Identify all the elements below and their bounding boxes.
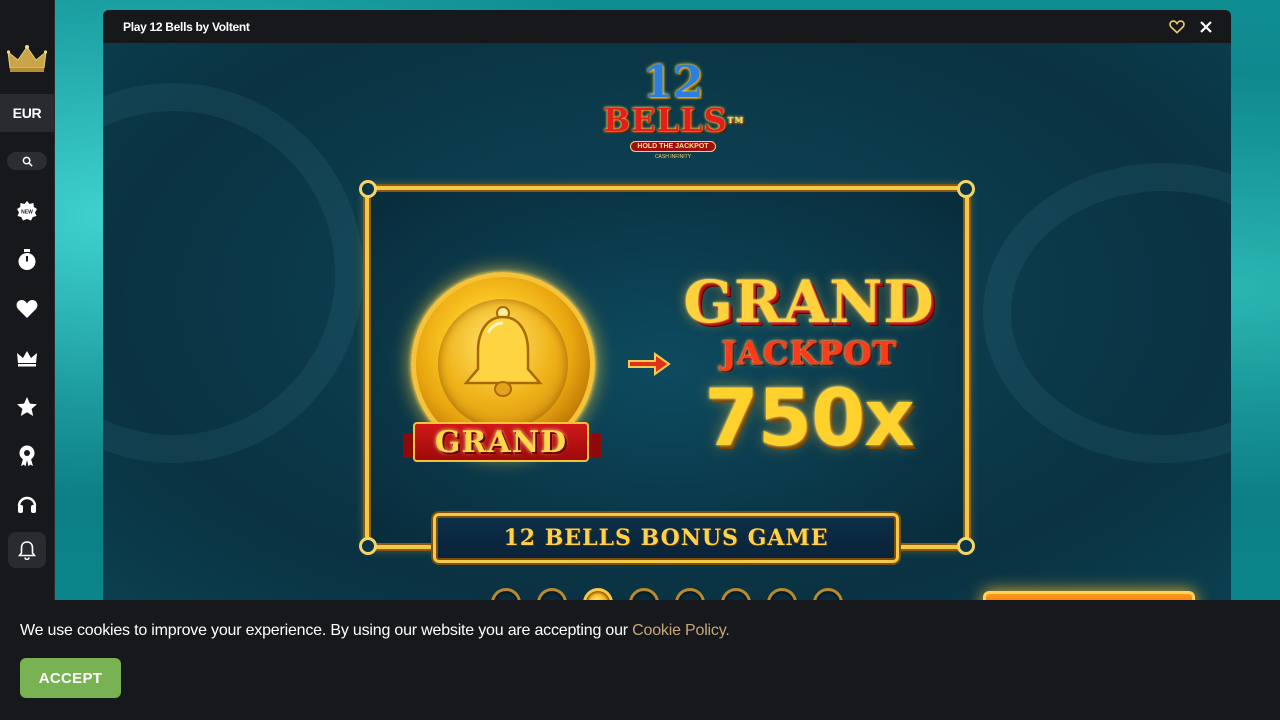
jackpot-label: JACKPOT <box>721 334 897 372</box>
cookie-message-text: We use cookies to improve your experienc… <box>20 622 633 639</box>
bell-icon <box>18 541 36 560</box>
game-canvas[interactable]: 12 BELLSTM HOLD THE JACKPOT CASH INFINIT… <box>103 43 1231 610</box>
sidebar-item-vip[interactable] <box>14 345 40 371</box>
frame-corner-ornament <box>957 180 975 198</box>
sidebar-item-notifications[interactable] <box>8 532 46 568</box>
currency-selector[interactable]: EUR <box>0 94 55 132</box>
info-panel: GRAND GRAND JACKPOT 750x <box>359 180 975 555</box>
new-badge-icon: NEW <box>17 201 37 221</box>
crown-icon <box>17 351 37 367</box>
crown-logo-icon[interactable] <box>6 44 48 74</box>
background-swirl <box>983 163 1231 463</box>
jackpot-multiplier: 750x <box>704 374 914 464</box>
frame-corner-ornament <box>359 180 377 198</box>
cookie-banner: We use cookies to improve your experienc… <box>0 600 1280 720</box>
close-button[interactable] <box>1195 16 1217 38</box>
favourite-button[interactable] <box>1166 16 1188 38</box>
game-header: Play 12 Bells by Voltent <box>103 10 1231 43</box>
accept-cookies-button[interactable]: ACCEPT <box>20 658 121 698</box>
heart-outline-icon <box>1169 19 1185 34</box>
search-button[interactable] <box>7 152 47 170</box>
headset-icon <box>17 496 37 513</box>
trophy-icon <box>19 445 35 467</box>
svg-text:NEW: NEW <box>21 210 33 216</box>
sidebar-item-new-games[interactable]: NEW <box>14 198 40 224</box>
jackpot-title: GRAND <box>683 268 935 336</box>
logo-tagline: HOLD THE JACKPOT <box>630 141 716 152</box>
logo-number: 12 <box>642 57 704 108</box>
cookie-policy-link[interactable]: Cookie Policy. <box>632 622 730 639</box>
cookie-message: We use cookies to improve your experienc… <box>20 622 1260 640</box>
sidebar-item-featured[interactable] <box>14 394 40 420</box>
sidebar-item-favourites[interactable] <box>14 296 40 322</box>
search-icon <box>22 156 33 167</box>
grand-ribbon-label: GRAND <box>413 422 589 462</box>
bonus-game-banner: 12 BELLS BONUS GAME <box>433 513 899 563</box>
frame-corner-ornament <box>359 537 377 555</box>
stopwatch-icon <box>18 249 36 270</box>
logo-name-text: BELLS <box>603 101 728 139</box>
arrow-right-icon <box>628 352 671 376</box>
sidebar-item-support[interactable] <box>14 492 40 518</box>
sidebar-item-tournaments[interactable] <box>14 443 40 469</box>
background-swirl <box>103 83 363 463</box>
golden-bell-icon <box>463 306 543 397</box>
logo-trademark: TM <box>727 115 745 125</box>
logo-subtag: CASH INFINITY <box>654 154 692 160</box>
game-title: Play 12 Bells by Voltent <box>123 19 250 34</box>
heart-icon <box>16 300 38 318</box>
close-icon <box>1200 20 1212 33</box>
game-window: Play 12 Bells by Voltent 12 BELLSTM HOLD… <box>103 10 1231 610</box>
sidebar: EUR NEW <box>0 0 55 600</box>
logo-name: BELLSTM <box>603 104 745 136</box>
star-icon <box>17 397 37 416</box>
frame-corner-ornament <box>957 537 975 555</box>
game-logo: 12 BELLSTM HOLD THE JACKPOT CASH INFINIT… <box>603 55 743 167</box>
sidebar-item-recent[interactable] <box>14 247 40 273</box>
